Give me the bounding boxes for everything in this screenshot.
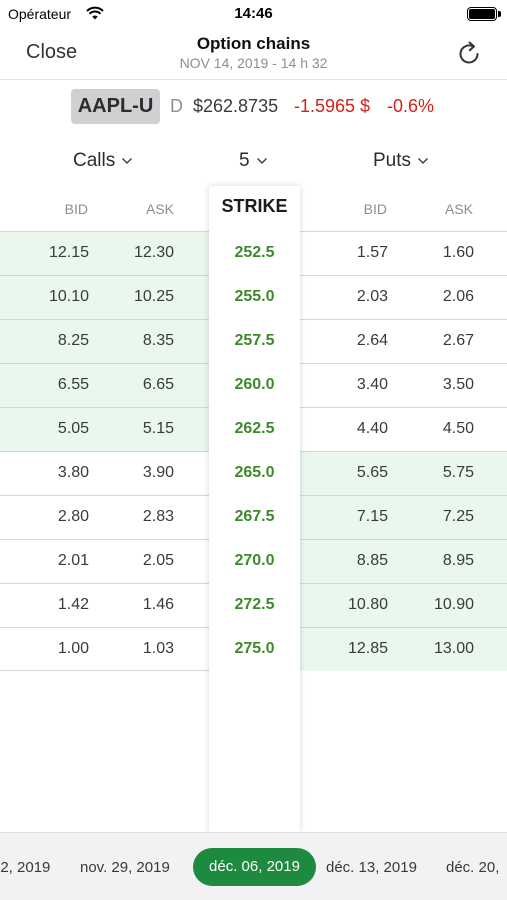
puts-selector[interactable]: Puts — [373, 150, 429, 172]
delay-flag: D — [170, 96, 183, 116]
battery-icon — [467, 7, 497, 21]
put-ask: 4.50 — [442, 420, 474, 437]
price-change: -1.5965 $ — [294, 96, 371, 116]
expiration-date-bar[interactable]: 22, 2019 nov. 29, 2019 déc. 06, 2019 déc… — [0, 832, 507, 900]
put-ask: 3.50 — [442, 376, 474, 393]
call-ask: 2.05 — [142, 552, 174, 569]
refresh-icon[interactable] — [455, 40, 483, 68]
call-bid: 8.25 — [57, 332, 89, 349]
call-ask: 2.83 — [142, 508, 174, 525]
put-bid: 12.85 — [347, 640, 388, 657]
call-bid: 10.10 — [48, 288, 89, 305]
call-bid: 5.05 — [57, 420, 89, 437]
strike-price: 255.0 — [234, 288, 275, 305]
put-bid: 5.65 — [356, 464, 388, 481]
strike-count-selector[interactable]: 5 — [239, 150, 268, 172]
put-bid: 1.57 — [356, 244, 388, 261]
battery-tip — [498, 11, 501, 17]
strike-price: 257.5 — [234, 332, 275, 349]
clock: 14:46 — [234, 5, 273, 22]
calls-selector-label: Calls — [73, 150, 116, 171]
call-bid: 1.42 — [57, 596, 89, 613]
expiration-date-option[interactable]: nov. 29, 2019 — [80, 859, 170, 876]
calls-selector[interactable]: Calls — [73, 150, 133, 172]
put-bid: 3.40 — [356, 376, 388, 393]
expiration-date-option[interactable]: 22, 2019 — [0, 859, 50, 876]
call-ask: 1.46 — [142, 596, 174, 613]
strike-price: 260.0 — [234, 376, 275, 393]
expiration-date-option[interactable]: déc. 20, — [446, 859, 499, 876]
price-change-percent: -0.6% — [387, 96, 435, 116]
put-ask: 7.25 — [442, 508, 474, 525]
strike-price: 275.0 — [234, 640, 275, 657]
chevron-down-icon — [418, 157, 429, 165]
put-bid: 2.03 — [356, 288, 388, 305]
call-bid: 6.55 — [57, 376, 89, 393]
put-bid: 8.85 — [356, 552, 388, 569]
strike-header: STRIKE — [221, 196, 288, 216]
call-bid: 3.80 — [57, 464, 89, 481]
put-ask: 8.95 — [442, 552, 474, 569]
call-ask: 8.35 — [142, 332, 174, 349]
symbol-button[interactable]: AAPL-U — [71, 89, 160, 124]
put-ask: 2.67 — [442, 332, 474, 349]
strike-price: 267.5 — [234, 508, 275, 525]
put-ask: 5.75 — [442, 464, 474, 481]
put-bid: 4.40 — [356, 420, 388, 437]
put-ask: 1.60 — [442, 244, 474, 261]
put-ask-header: ASK — [444, 201, 473, 217]
call-ask: 1.03 — [142, 640, 174, 657]
put-ask: 10.90 — [433, 596, 474, 613]
call-bid: 2.01 — [57, 552, 89, 569]
put-ask: 13.00 — [433, 640, 474, 657]
strike-count-label: 5 — [239, 150, 250, 171]
page-title: Option chains — [196, 34, 311, 53]
strike-price: 270.0 — [234, 552, 275, 569]
strike-price: 265.0 — [234, 464, 275, 481]
chevron-down-icon — [256, 157, 267, 165]
call-ask: 3.90 — [142, 464, 174, 481]
call-bid: 2.80 — [57, 508, 89, 525]
call-bid: 1.00 — [57, 640, 89, 657]
put-bid: 7.15 — [356, 508, 388, 525]
puts-selector-label: Puts — [373, 150, 412, 171]
put-bid: 2.64 — [356, 332, 388, 349]
strike-price: 272.5 — [234, 596, 275, 613]
put-bid: 10.80 — [347, 596, 388, 613]
call-ask: 5.15 — [142, 420, 174, 437]
call-ask: 10.25 — [133, 288, 174, 305]
call-ask: 6.65 — [142, 376, 174, 393]
status-bar: Opérateur 14:46 — [0, 0, 507, 28]
symbol-row: AAPL-U D $262.8735 -1.5965 $ -0.6% — [0, 88, 507, 126]
call-ask: 12.30 — [133, 244, 174, 261]
last-price: $262.8735 — [193, 96, 279, 116]
expiration-date-option[interactable]: déc. 13, 2019 — [326, 859, 417, 876]
page-subtitle: NOV 14, 2019 - 14 h 32 — [179, 55, 328, 71]
put-bid-header: BID — [363, 201, 387, 217]
nav-bar: Close Option chains NOV 14, 2019 - 14 h … — [0, 28, 507, 80]
strike-price: 262.5 — [234, 420, 275, 437]
expiration-date-selected[interactable]: déc. 06, 2019 — [193, 848, 316, 886]
call-bid: 12.15 — [48, 244, 89, 261]
strike-price: 252.5 — [234, 244, 275, 261]
chevron-down-icon — [122, 157, 133, 165]
call-ask-header: ASK — [145, 201, 174, 217]
call-bid-header: BID — [64, 201, 88, 217]
put-ask: 2.06 — [442, 288, 474, 305]
